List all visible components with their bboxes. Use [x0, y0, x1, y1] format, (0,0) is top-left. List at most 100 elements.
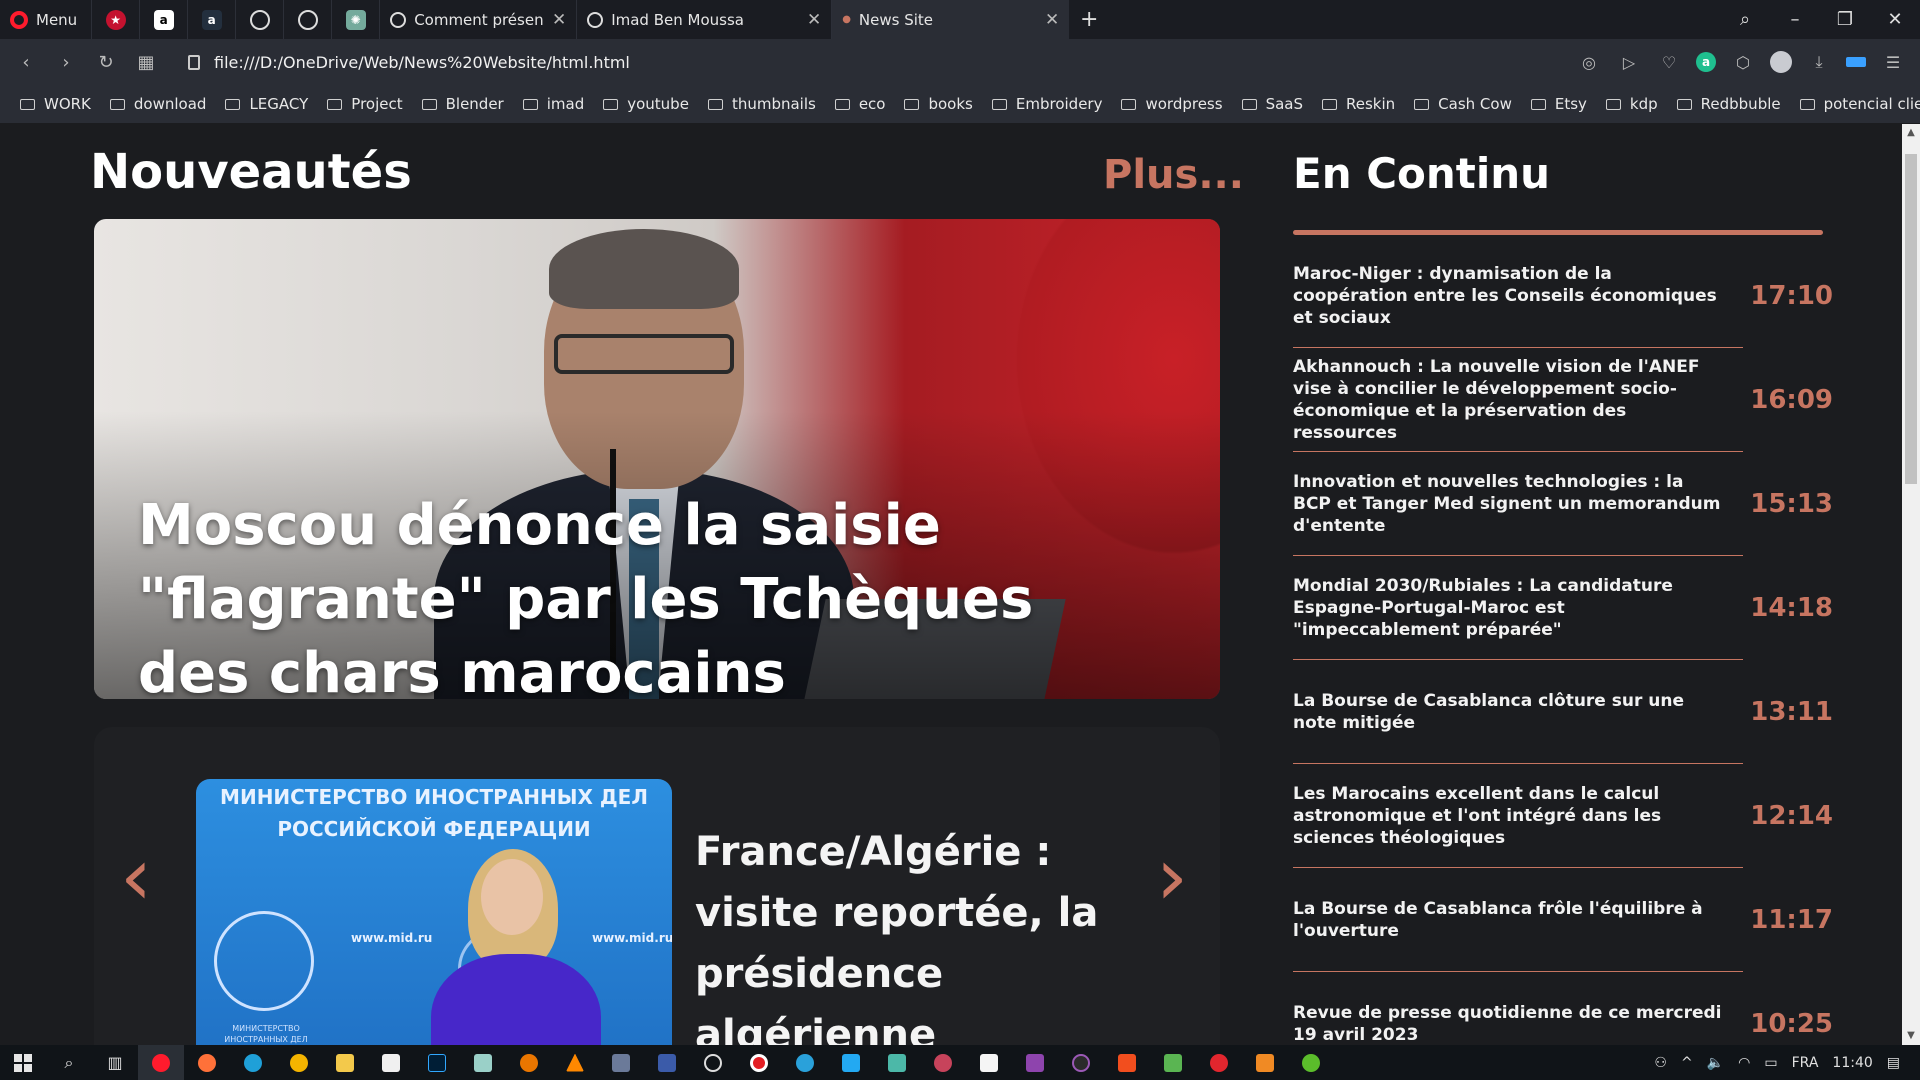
- app-icon[interactable]: [690, 1045, 736, 1080]
- vlc-icon[interactable]: [552, 1045, 598, 1080]
- chrome-icon[interactable]: [276, 1045, 322, 1080]
- bookmark-folder[interactable]: potencial client: [1799, 95, 1920, 113]
- bookmark-folder[interactable]: SaaS: [1241, 95, 1303, 113]
- tab-search-icon[interactable]: ⌕: [1720, 9, 1770, 30]
- camera-icon[interactable]: ◎: [1576, 53, 1602, 72]
- hero-headline[interactable]: Moscou dénonce la saisie "flagrante" par…: [138, 489, 1038, 699]
- tab-news-site[interactable]: ● News Site ✕: [831, 0, 1070, 39]
- volume-icon[interactable]: 🔈: [1707, 1055, 1724, 1071]
- cube-icon[interactable]: ⬡: [1730, 53, 1756, 72]
- feed-headline[interactable]: La Bourse de Casablanca clôture sur une …: [1293, 660, 1723, 763]
- recorder-icon[interactable]: [736, 1045, 782, 1080]
- app-icon[interactable]: [1242, 1045, 1288, 1080]
- feed-item[interactable]: La Bourse de Casablanca frôle l'équilibr…: [1293, 868, 1833, 972]
- feed-headline[interactable]: La Bourse de Casablanca frôle l'équilibr…: [1293, 868, 1723, 971]
- language-indicator[interactable]: FRA: [1792, 1055, 1819, 1071]
- reload-icon[interactable]: ↻: [86, 52, 126, 73]
- download-icon[interactable]: ⤓: [1806, 52, 1832, 72]
- pinned-tab-3[interactable]: [235, 0, 283, 39]
- edge-icon[interactable]: [230, 1045, 276, 1080]
- notepad-icon[interactable]: [368, 1045, 414, 1080]
- bookmark-folder[interactable]: kdp: [1605, 95, 1658, 113]
- feed-headline[interactable]: Les Marocains excellent dans le calcul a…: [1293, 764, 1723, 867]
- back-icon[interactable]: ‹: [6, 52, 46, 73]
- close-tab-icon[interactable]: ✕: [1045, 10, 1059, 30]
- scroll-up-icon[interactable]: ▲: [1902, 124, 1920, 142]
- bookmark-folder[interactable]: LEGACY: [225, 95, 308, 113]
- app-icon[interactable]: [1288, 1045, 1334, 1080]
- bookmark-folder[interactable]: WORK: [20, 95, 91, 113]
- document-icon[interactable]: [966, 1045, 1012, 1080]
- chevron-up-icon[interactable]: ^: [1681, 1055, 1693, 1071]
- bookmark-folder[interactable]: thumbnails: [707, 95, 816, 113]
- opera-taskbar-icon[interactable]: [138, 1045, 184, 1080]
- bookmark-folder[interactable]: Cash Cow: [1414, 95, 1512, 113]
- pinned-tab-chatgpt[interactable]: ✺: [331, 0, 379, 39]
- tab-imad-ben-moussa[interactable]: Imad Ben Moussa ✕: [576, 0, 831, 39]
- feed-headline[interactable]: Akhannouch : La nouvelle vision de l'ANE…: [1293, 348, 1723, 451]
- bookmark-folder[interactable]: wordpress: [1121, 95, 1223, 113]
- feed-item[interactable]: Maroc-Niger : dynamisation de la coopéra…: [1293, 244, 1833, 348]
- pinned-tab-amazon-2[interactable]: a: [187, 0, 235, 39]
- hero-article[interactable]: Moscou dénonce la saisie "flagrante" par…: [94, 219, 1220, 699]
- app-icon[interactable]: [1058, 1045, 1104, 1080]
- feed-item[interactable]: Les Marocains excellent dans le calcul a…: [1293, 764, 1833, 868]
- tab-comment-presenter[interactable]: Comment présenter un pro ✕: [379, 0, 576, 39]
- bookmark-folder[interactable]: Embroidery: [991, 95, 1102, 113]
- easy-setup-icon[interactable]: ☰: [1880, 53, 1906, 72]
- battery-icon[interactable]: ▭: [1764, 1055, 1777, 1071]
- bookmark-folder[interactable]: Blender: [421, 95, 504, 113]
- bookmark-folder[interactable]: Etsy: [1530, 95, 1587, 113]
- app-icon[interactable]: [920, 1045, 966, 1080]
- app-icon[interactable]: [598, 1045, 644, 1080]
- telegram-icon[interactable]: [782, 1045, 828, 1080]
- feed-item[interactable]: Revue de presse quotidienne de ce mercre…: [1293, 972, 1833, 1045]
- feed-headline[interactable]: Maroc-Niger : dynamisation de la coopéra…: [1293, 244, 1723, 347]
- feed-item[interactable]: Mondial 2030/Rubiales : La candidature E…: [1293, 556, 1833, 660]
- url-field[interactable]: file:///D:/OneDrive/Web/News%20Website/h…: [188, 53, 630, 72]
- people-icon[interactable]: ⚇: [1654, 1055, 1667, 1071]
- close-window-icon[interactable]: ✕: [1870, 9, 1920, 30]
- scroll-down-icon[interactable]: ▼: [1902, 1027, 1920, 1045]
- task-view-icon[interactable]: ▥: [92, 1045, 138, 1080]
- bookmark-folder[interactable]: Reskin: [1322, 95, 1395, 113]
- close-tab-icon[interactable]: ✕: [807, 10, 821, 30]
- more-link[interactable]: Plus...: [1103, 152, 1244, 198]
- app-icon[interactable]: [644, 1045, 690, 1080]
- notifications-icon[interactable]: ▤: [1887, 1055, 1900, 1071]
- feed-headline[interactable]: Revue de presse quotidienne de ce mercre…: [1293, 972, 1723, 1045]
- page-scrollbar[interactable]: ▲ ▼: [1902, 124, 1920, 1045]
- bookmark-folder[interactable]: eco: [834, 95, 885, 113]
- scrollbar-thumb[interactable]: [1905, 154, 1917, 484]
- restore-icon[interactable]: ❐: [1820, 9, 1870, 30]
- carousel-prev-arrow-icon[interactable]: ‹: [120, 837, 152, 917]
- send-icon[interactable]: ▷: [1616, 53, 1642, 72]
- blender-icon[interactable]: [506, 1045, 552, 1080]
- firefox-icon[interactable]: [184, 1045, 230, 1080]
- photoshop-icon[interactable]: [414, 1045, 460, 1080]
- heart-icon[interactable]: ♡: [1656, 53, 1682, 72]
- figma-icon[interactable]: [1104, 1045, 1150, 1080]
- pinned-tab-4[interactable]: [283, 0, 331, 39]
- vscode-icon[interactable]: [828, 1045, 874, 1080]
- clock[interactable]: 11:40: [1832, 1055, 1872, 1071]
- start-button[interactable]: [0, 1045, 46, 1080]
- file-explorer-icon[interactable]: [322, 1045, 368, 1080]
- app-icon[interactable]: [1196, 1045, 1242, 1080]
- carousel-slide-title[interactable]: France/Algérie : visite reportée, la pré…: [695, 822, 1125, 1045]
- app-icon[interactable]: [1012, 1045, 1058, 1080]
- app-icon[interactable]: [460, 1045, 506, 1080]
- bookmark-folder[interactable]: imad: [522, 95, 584, 113]
- bookmark-folder[interactable]: books: [904, 95, 973, 113]
- forward-icon[interactable]: ›: [46, 52, 86, 73]
- bookmark-folder[interactable]: Redbbuble: [1676, 95, 1781, 113]
- feed-item[interactable]: Akhannouch : La nouvelle vision de l'ANE…: [1293, 348, 1833, 452]
- search-icon[interactable]: ⌕: [46, 1045, 92, 1080]
- app-icon[interactable]: [874, 1045, 920, 1080]
- carousel-next-arrow-icon[interactable]: ›: [1156, 837, 1188, 917]
- close-tab-icon[interactable]: ✕: [552, 10, 566, 30]
- feed-headline[interactable]: Innovation et nouvelles technologies : l…: [1293, 452, 1723, 555]
- bookmark-folder[interactable]: download: [109, 95, 206, 113]
- bookmark-folder[interactable]: Project: [327, 95, 403, 113]
- bookmark-folder[interactable]: youtube: [603, 95, 689, 113]
